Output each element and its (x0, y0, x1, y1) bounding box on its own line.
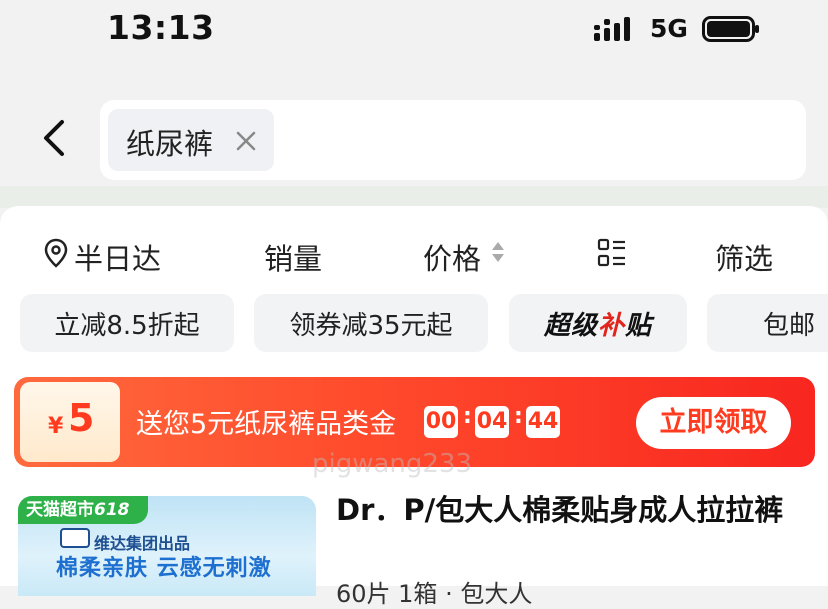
filter-chip-discount[interactable]: 立减8.5折起 (20, 294, 234, 352)
super-subsidy-logo: 超级补贴 (544, 305, 652, 342)
sort-sales[interactable]: 销量 (264, 236, 322, 278)
status-time: 13:13 (107, 8, 215, 47)
super-subsidy-text: 超级 (543, 310, 598, 341)
timer-minutes: 04 (475, 406, 509, 438)
product-title[interactable]: Dr．P/包大人棉柔贴身成人拉拉裤 (336, 488, 796, 532)
search-input[interactable]: 纸尿裤 (100, 100, 806, 180)
battery-icon (702, 16, 759, 42)
product-slogan: 棉柔亲肤 云感无刺激 (56, 556, 272, 581)
close-icon[interactable] (234, 129, 258, 153)
search-keyword-text: 纸尿裤 (126, 127, 214, 161)
results-panel: 半日达 销量 价格 筛选 立减8.5折起 领券减35元起 超级补贴 包邮 ¥ 5… (0, 206, 828, 608)
filter-chip-label: 领券减35元起 (289, 310, 453, 341)
timer-separator: : (463, 404, 472, 429)
promo-text: 送您5元纸尿裤品类金 (136, 409, 397, 440)
coupon-amount: 5 (68, 396, 95, 440)
timer-hours: 00 (424, 406, 458, 438)
header-divider (0, 186, 828, 208)
super-subsidy-tail: 贴 (625, 310, 653, 341)
filter-chip-coupon[interactable]: 领券减35元起 (254, 294, 488, 352)
coupon-currency: ¥ (48, 414, 64, 439)
timer-separator: : (514, 404, 523, 429)
sort-half-day-delivery[interactable]: 半日达 (74, 236, 161, 278)
store-tag-text: 天猫超市 (26, 500, 94, 520)
signal-icon (594, 17, 630, 41)
filter-chip-super-subsidy[interactable]: 超级补贴 (509, 294, 687, 352)
location-pin-icon (44, 238, 68, 268)
coupon-badge: ¥ 5 (20, 382, 120, 462)
timer-seconds: 44 (526, 406, 560, 438)
search-keyword-chip[interactable]: 纸尿裤 (108, 109, 274, 171)
filter-chip-label: 包邮 (763, 310, 816, 341)
network-type: 5G (650, 14, 688, 43)
filter-chip-label: 立减8.5折起 (54, 310, 200, 341)
super-subsidy-accent: 补 (597, 310, 625, 341)
store-tag: 天猫超市618 (18, 496, 148, 524)
brand-logo (60, 528, 90, 548)
watermark: pigwang233 (312, 449, 473, 479)
sort-arrows-icon[interactable] (491, 240, 505, 264)
layout-toggle-icon[interactable] (597, 238, 627, 268)
status-bar: 13:13 5G (0, 0, 828, 60)
store-tag-number: 618 (94, 500, 130, 520)
back-arrow-icon[interactable] (38, 118, 72, 158)
filter-chip-free-shipping[interactable]: 包邮 (707, 294, 828, 352)
sort-price[interactable]: 价格 (423, 236, 481, 278)
claim-button[interactable]: 立即领取 (636, 397, 791, 449)
product-subtitle: 60片 1箱 · 包大人 (336, 580, 533, 608)
product-image[interactable]: 天猫超市618 维达集团出品 棉柔亲肤 云感无刺激 (18, 496, 316, 596)
sort-filter[interactable]: 筛选 (715, 236, 773, 278)
